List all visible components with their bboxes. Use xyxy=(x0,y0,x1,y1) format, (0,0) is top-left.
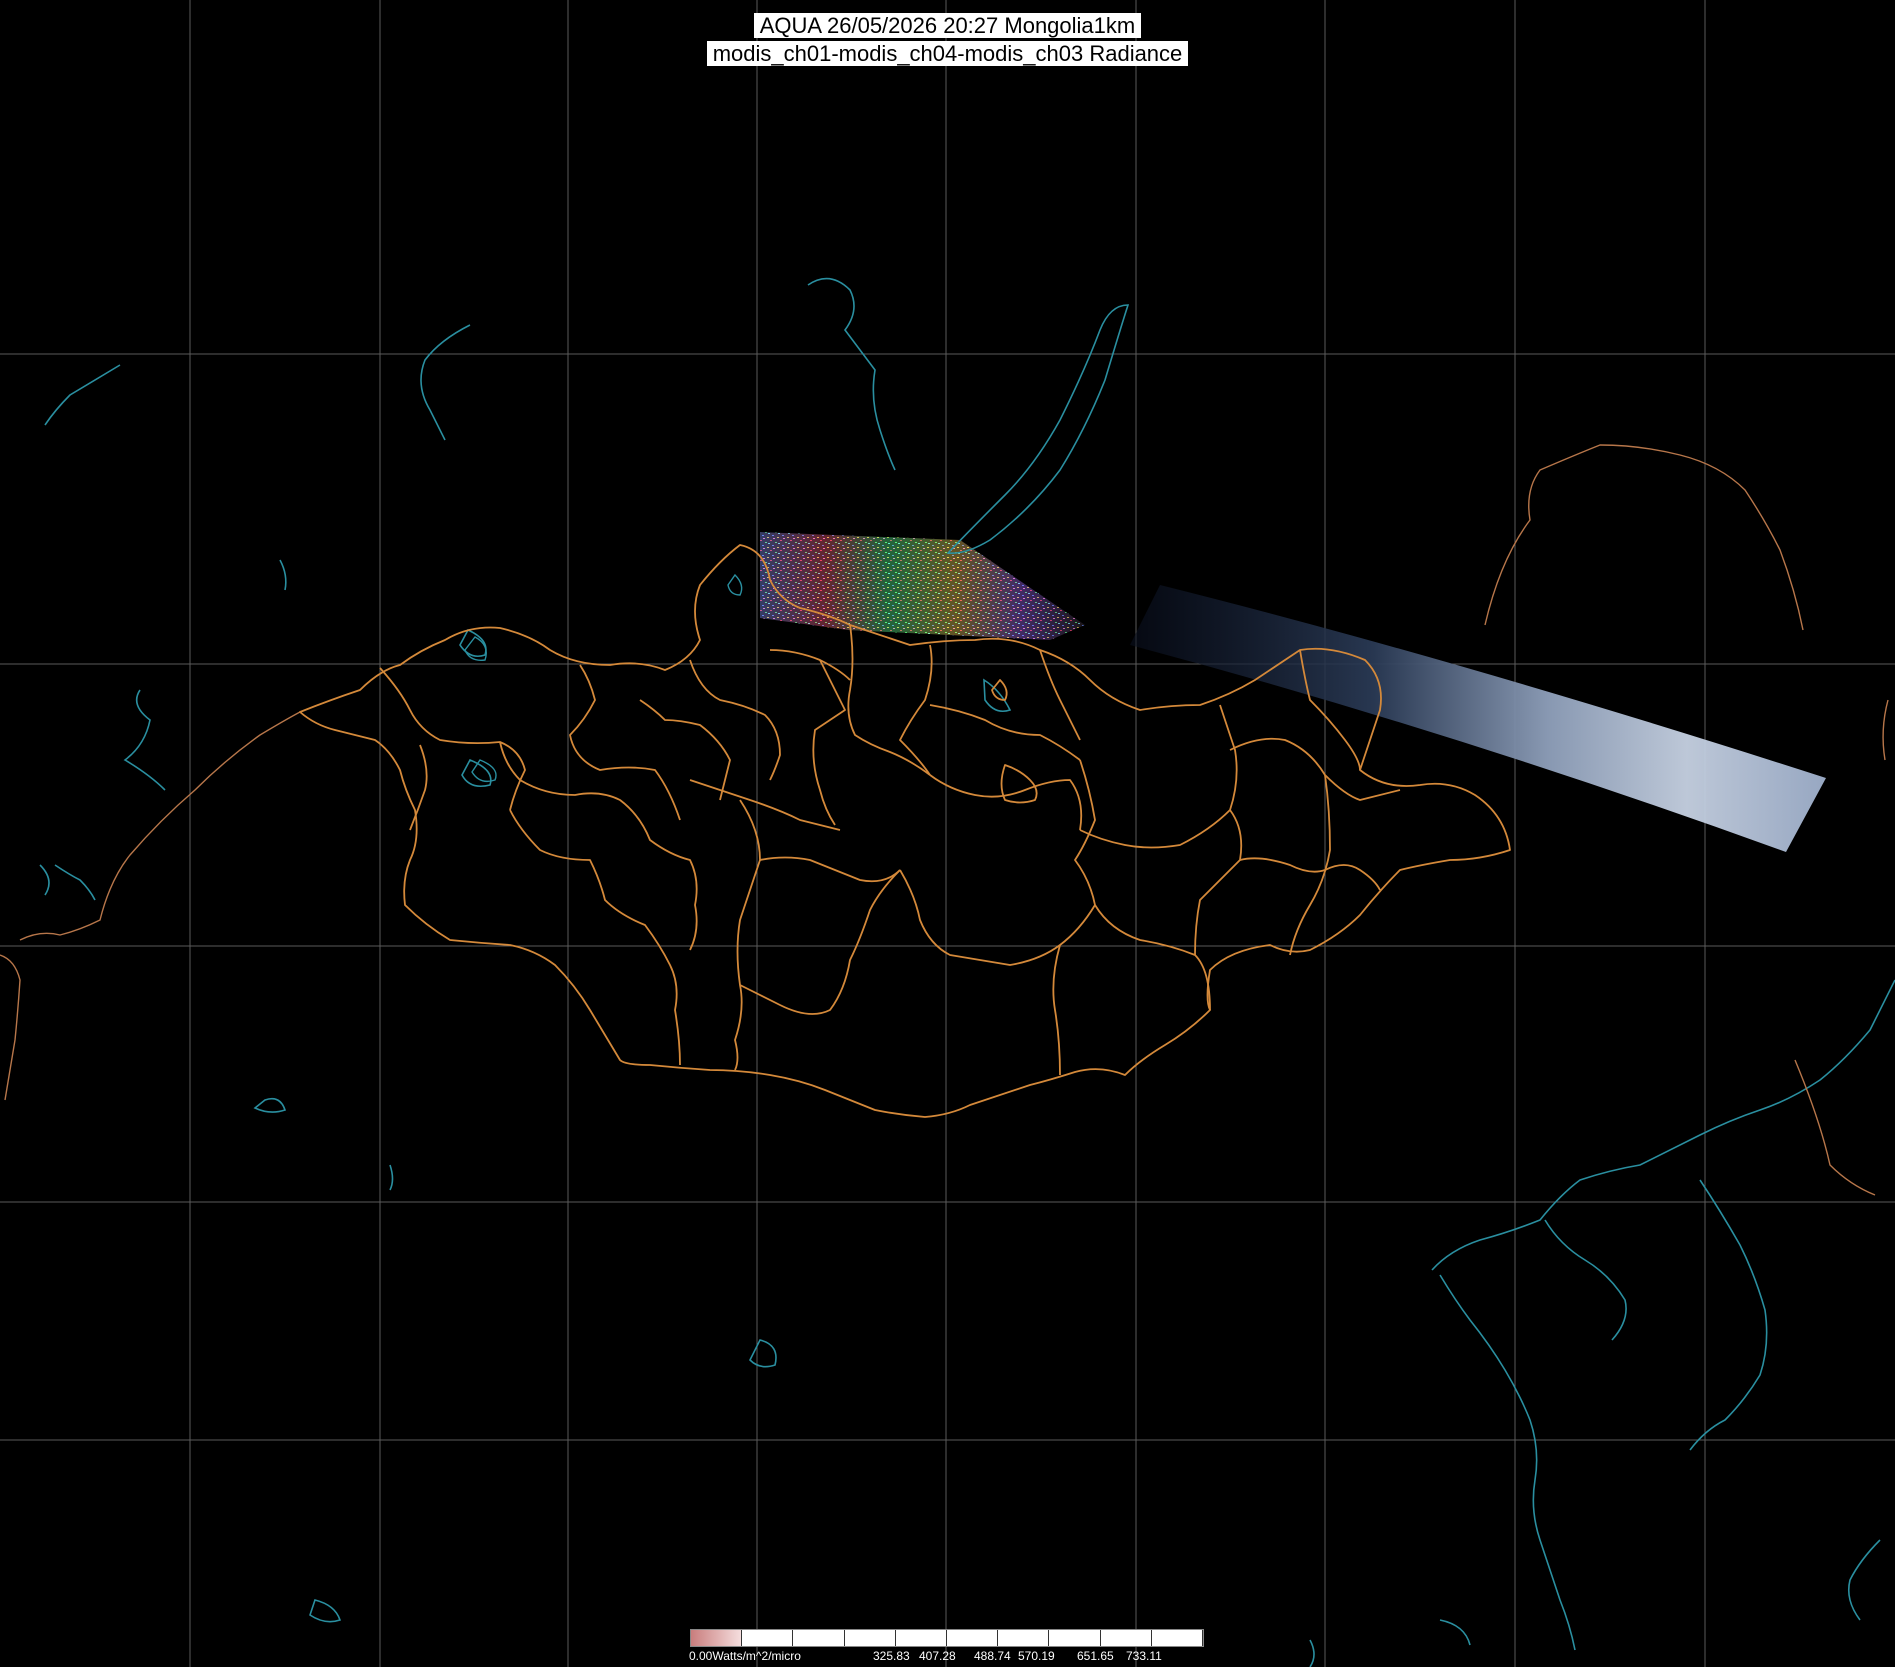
legend-swatch-7 xyxy=(1049,1630,1101,1646)
legend-swatch-9 xyxy=(1151,1630,1204,1646)
satellite-map xyxy=(0,0,1895,1667)
color-legend: 0.00Watts/m^2/micro 325.83 407.28 488.74… xyxy=(689,1629,1204,1667)
map-background xyxy=(0,0,1895,1667)
legend-tick-label: 325.83 xyxy=(873,1649,910,1663)
legend-swatch-5 xyxy=(947,1630,999,1646)
legend-swatch-1 xyxy=(742,1630,794,1646)
legend-tick-label: 651.65 xyxy=(1077,1649,1114,1663)
legend-labels: 0.00Watts/m^2/micro 325.83 407.28 488.74… xyxy=(689,1649,1204,1665)
legend-tick-label: 407.28 xyxy=(919,1649,956,1663)
legend-swatch-0 xyxy=(691,1630,743,1646)
legend-swatch-6 xyxy=(998,1630,1050,1646)
legend-tick-label: 570.19 xyxy=(1018,1649,1055,1663)
legend-tick-label: 733.11 xyxy=(1126,1649,1162,1663)
legend-tick-label: 488.74 xyxy=(974,1649,1011,1663)
legend-swatch-4 xyxy=(895,1630,948,1646)
legend-swatch-2 xyxy=(793,1630,845,1646)
legend-swatch-8 xyxy=(1100,1630,1152,1646)
legend-swatch-3 xyxy=(844,1630,896,1646)
legend-color-bar xyxy=(690,1629,1204,1647)
legend-unit-label: 0.00Watts/m^2/micro xyxy=(689,1649,801,1663)
